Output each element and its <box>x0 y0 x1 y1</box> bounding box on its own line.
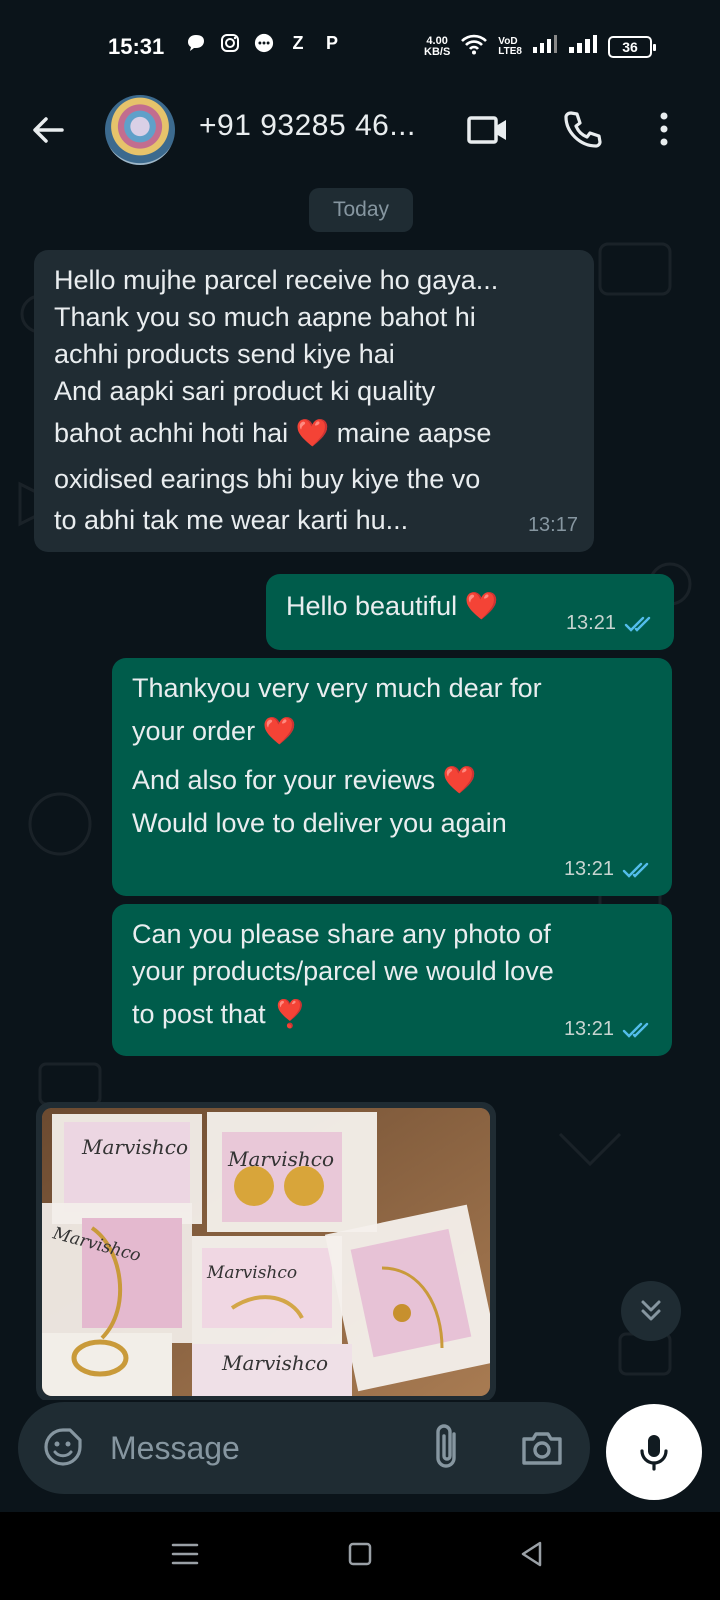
message-text: Hello mujhe parcel receive ho gaya... Th… <box>54 262 574 539</box>
notification-icons: Z P <box>186 33 342 53</box>
message-bubble-outgoing[interactable]: Hello beautiful ❤️ 13:21 <box>266 574 674 650</box>
message-bubble-outgoing[interactable]: Thankyou very very much dear for your or… <box>112 658 672 896</box>
contact-avatar[interactable] <box>105 95 175 165</box>
volte-bottom: LTE8 <box>498 45 522 57</box>
product-photo-illustration: Marvishco Marvishco Marvishco Marvishco … <box>42 1108 490 1396</box>
message-line: Can you please share any photo of <box>132 919 551 949</box>
network-speed-unit: KB/S <box>424 45 451 58</box>
message-line: your order ❤️ <box>132 716 297 746</box>
microphone-icon <box>640 1435 668 1471</box>
message-meta: 13:21 <box>564 1011 656 1048</box>
brand-text-4: Marvishco <box>206 1263 297 1283</box>
network-speed-value: 4.00 <box>426 34 448 47</box>
message-line: your products/parcel we would love <box>132 956 554 986</box>
message-line: oxidised earings bhi buy kiye the vo <box>54 464 481 494</box>
message-time: 13:21 <box>563 1018 614 1040</box>
system-navigation-bar <box>0 1512 720 1600</box>
message-line: Thank you so much aapne bahot hi <box>54 302 476 332</box>
message-meta: 13:21 <box>564 851 656 888</box>
message-line: bahot achhi hoti hai ❤️ maine aapse <box>54 418 492 448</box>
status-time: 15:31 <box>108 34 165 59</box>
message-line: achhi products send kiye hai <box>54 339 395 369</box>
message-bubble-outgoing[interactable]: Can you please share any photo of your p… <box>112 904 672 1056</box>
scroll-to-bottom-button[interactable] <box>621 1281 681 1341</box>
recent-apps-icon[interactable] <box>165 1534 205 1574</box>
message-composer <box>18 1402 590 1494</box>
message-dots-icon <box>254 33 274 53</box>
chat-header: +91 93285 46... <box>0 92 720 184</box>
brand-text-5: Marvishco <box>221 1351 328 1375</box>
read-ticks-icon <box>622 862 649 878</box>
z-icon: Z <box>292 32 304 53</box>
battery-indicator: 36 <box>608 35 656 58</box>
brand-text-1: Marvishco <box>81 1135 188 1159</box>
chat-bubble-icon <box>186 33 206 53</box>
wifi-icon <box>460 33 488 60</box>
video-call-icon[interactable] <box>466 108 510 152</box>
attach-paperclip-icon[interactable] <box>426 1422 466 1472</box>
message-input[interactable] <box>110 1426 410 1470</box>
status-bar: 15:31 Z P 4.00 KB/S VoD LTE8 36 <box>0 0 720 92</box>
message-text: Thankyou very very much dear for your or… <box>132 670 652 842</box>
emoji-sticker-icon[interactable] <box>42 1426 84 1468</box>
date-chip: Today <box>309 188 413 232</box>
brand-text-2: Marvishco <box>227 1147 334 1171</box>
volte-top: VoD <box>498 35 518 47</box>
message-line: And also for your reviews ❤️ <box>132 765 477 795</box>
p-icon: P <box>325 32 338 53</box>
image-message-bubble[interactable]: Marvishco Marvishco Marvishco Marvishco … <box>36 1102 496 1400</box>
message-time: 13:17 <box>527 514 578 536</box>
signal-icon-sim1 <box>532 34 558 59</box>
back-triangle-icon[interactable] <box>512 1534 552 1574</box>
message-meta: 13:17 <box>528 507 578 544</box>
message-meta: 13:21 <box>566 605 658 642</box>
read-ticks-icon <box>624 616 651 632</box>
message-line: And aapki sari product ki quality <box>54 376 436 406</box>
camera-icon[interactable] <box>520 1426 564 1470</box>
volte-indicator: VoD LTE8 <box>498 35 522 57</box>
chat-area[interactable]: Today Hello mujhe parcel receive ho gaya… <box>0 184 720 1400</box>
voice-record-button[interactable] <box>606 1404 702 1500</box>
message-line: Would love to deliver you again <box>132 808 507 838</box>
back-arrow-icon[interactable] <box>28 110 68 150</box>
more-options-icon[interactable] <box>642 108 686 152</box>
signal-icon-sim2 <box>568 34 598 59</box>
network-speed: 4.00 KB/S <box>424 34 451 58</box>
home-icon[interactable] <box>340 1534 380 1574</box>
message-time: 13:21 <box>565 612 616 634</box>
message-line: Hello mujhe parcel receive ho gaya... <box>54 265 499 295</box>
contact-name[interactable]: +91 93285 46... <box>199 109 416 143</box>
message-line: Thankyou very very much dear for <box>132 673 542 703</box>
message-time: 13:21 <box>563 858 614 880</box>
instagram-icon <box>220 33 240 53</box>
voice-call-icon[interactable] <box>560 108 604 152</box>
message-line: to abhi tak me wear karti hu... <box>54 505 409 535</box>
message-bubble-incoming[interactable]: Hello mujhe parcel receive ho gaya... Th… <box>34 250 594 552</box>
double-chevron-down-icon <box>641 1300 661 1321</box>
system-icons: 4.00 KB/S VoD LTE8 36 <box>424 33 656 60</box>
read-ticks-icon <box>622 1022 649 1038</box>
product-photo[interactable]: Marvishco Marvishco Marvishco Marvishco … <box>42 1108 490 1396</box>
